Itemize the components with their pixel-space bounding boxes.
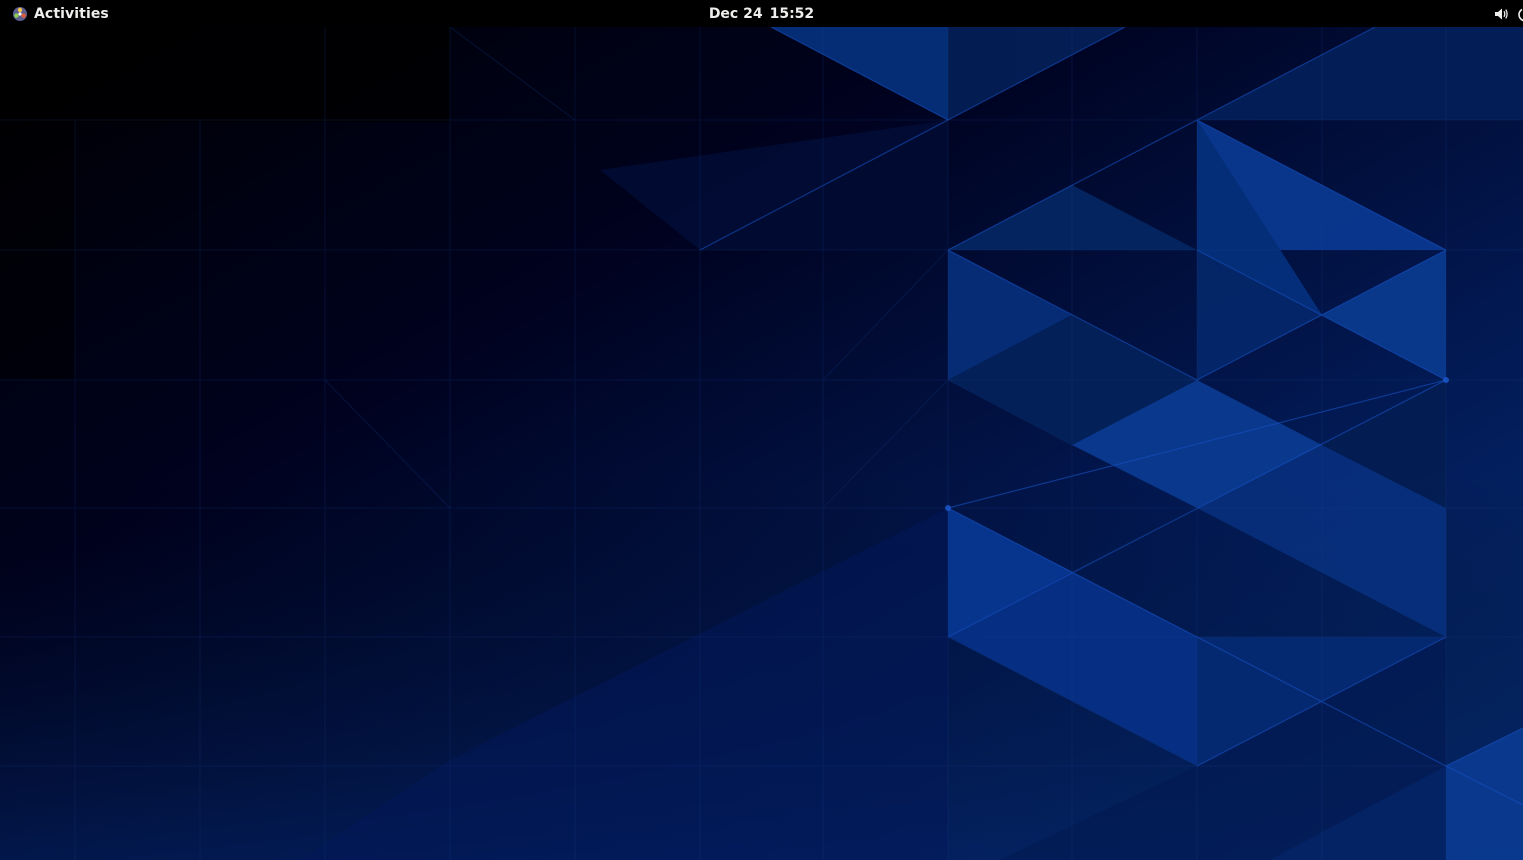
desktop-screen: Activities Dec 24 15:52 (0, 0, 1523, 860)
top-bar: Activities Dec 24 15:52 (0, 0, 1523, 27)
desktop-wallpaper (0, 0, 1523, 860)
activities-label: Activities (34, 5, 109, 22)
activities-button[interactable]: Activities (8, 0, 113, 27)
volume-icon (1495, 8, 1508, 19)
clock-date: Dec 24 (708, 5, 763, 22)
power-icon (1518, 8, 1523, 21)
power-icon-wrap (1517, 6, 1523, 22)
clock-time: 15:52 (769, 5, 815, 22)
distro-logo-icon (13, 6, 27, 21)
system-status-menu[interactable] (1493, 0, 1523, 27)
clock-button[interactable]: Dec 24 15:52 (692, 0, 832, 27)
